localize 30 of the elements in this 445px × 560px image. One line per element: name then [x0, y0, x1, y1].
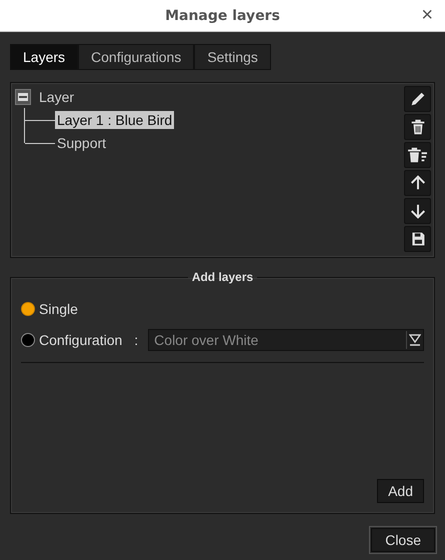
group-title: Add layers	[190, 270, 254, 284]
tab[interactable]: Configurations	[79, 45, 196, 69]
pencil-icon	[408, 90, 426, 108]
tree-item[interactable]: Support	[55, 134, 108, 152]
down-button[interactable]	[404, 198, 431, 224]
close-button[interactable]: ×	[417, 5, 437, 25]
tab[interactable]: Settings	[195, 45, 270, 69]
radio-label: Single	[39, 301, 78, 317]
edit-button[interactable]	[404, 86, 431, 112]
tree-item[interactable]: Layer	[37, 88, 76, 106]
add-button[interactable]: Add	[377, 479, 424, 503]
trash-list-icon	[406, 146, 428, 164]
save-button[interactable]	[404, 226, 431, 252]
trash-icon	[408, 118, 426, 136]
dropdown-arrow-icon	[409, 333, 421, 347]
down-arrow-icon	[408, 202, 426, 220]
close-button[interactable]: Close	[371, 528, 435, 552]
tree-item[interactable]: Layer 1 : Blue Bird	[55, 110, 174, 128]
up-arrow-icon	[408, 174, 426, 192]
delete-button[interactable]	[404, 114, 431, 140]
delete-all-button[interactable]	[404, 142, 431, 168]
configuration-dropdown[interactable]: Color over White	[148, 329, 424, 351]
colon: :	[134, 332, 138, 348]
radio-button[interactable]	[21, 302, 35, 316]
radio-label: Configuration	[39, 332, 122, 348]
collapse-icon[interactable]	[15, 89, 31, 105]
window-title: Manage layers	[165, 8, 280, 24]
up-button[interactable]	[404, 170, 431, 196]
tab[interactable]: Layers	[11, 45, 80, 69]
radio-button[interactable]	[21, 333, 35, 347]
